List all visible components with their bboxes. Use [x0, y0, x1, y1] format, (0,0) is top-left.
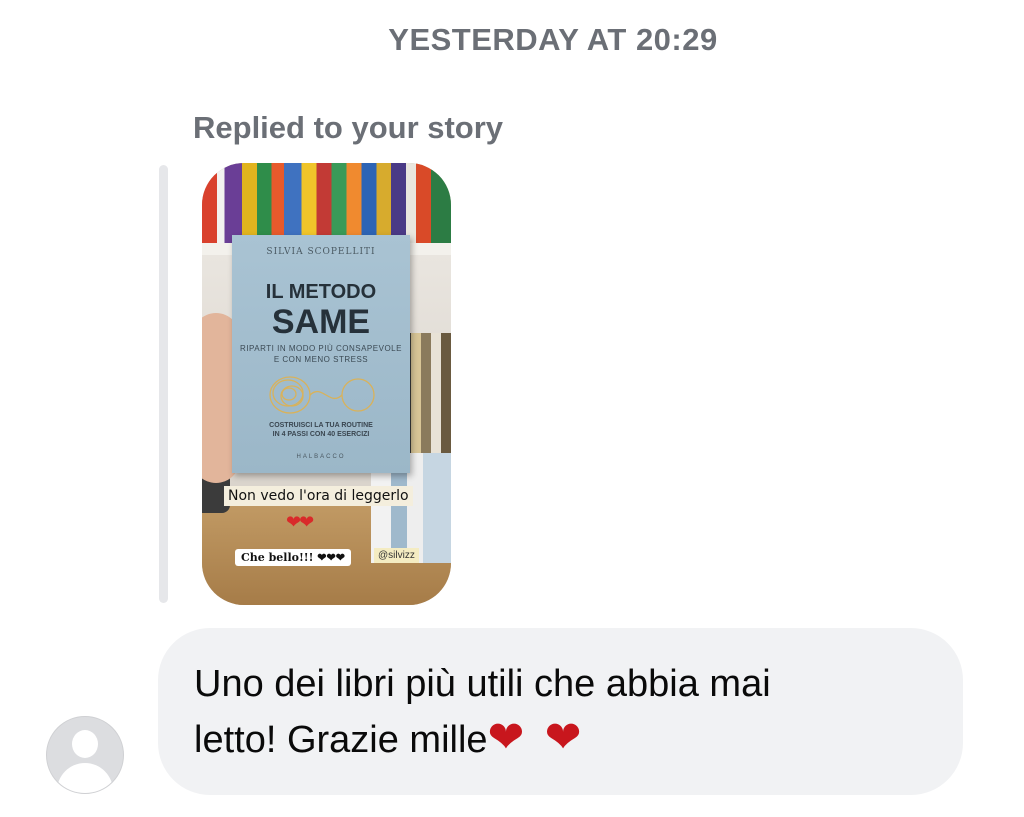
avatar-body-shape — [57, 763, 113, 793]
message-bubble[interactable]: Uno dei libri più utili che abbia mai le… — [158, 628, 963, 795]
book-subtitle-line2: E CON MENO STRESS — [273, 355, 369, 364]
book-subtitle-line1: RIPARTI IN MODO PIÙ CONSAPEVOLE — [240, 344, 402, 353]
tangled-line-illustration — [269, 376, 375, 414]
story-hearts-sticker: ❤❤ — [286, 512, 314, 532]
message-hearts: ❤ ❤ — [487, 713, 586, 762]
story-mention-sticker: @silvizz — [374, 548, 419, 563]
message-text-line2-wrap: letto! Grazie mille❤ ❤ — [194, 711, 925, 767]
story-preview[interactable]: SILVIA SCOPELLITI IL METODO SAME RIPARTI… — [202, 163, 451, 605]
book-cover: SILVIA SCOPELLITI IL METODO SAME RIPARTI… — [232, 235, 410, 473]
book-publisher: HALBACCO — [296, 454, 346, 460]
book-footer-line1: COSTRUISCI LA TUA ROUTINE — [269, 422, 373, 429]
default-avatar-icon[interactable] — [46, 716, 124, 794]
book-title-line1: IL METODO — [265, 281, 377, 303]
book-author: SILVIA SCOPELLITI — [266, 247, 376, 257]
book-title-line2: SAME — [271, 303, 371, 341]
book-footer: COSTRUISCI LA TUA ROUTINE IN 4 PASSI CON… — [232, 421, 410, 439]
story-caption-sticker: Non vedo l'ora di leggerlo — [224, 486, 413, 506]
bookshelf-top-image — [202, 163, 451, 243]
story-reply-label: Replied to your story — [193, 110, 504, 145]
avatar-head-shape — [72, 730, 98, 758]
message-timestamp: YESTERDAY AT 20:29 — [388, 22, 718, 57]
message-text-line2: letto! Grazie mille — [194, 719, 488, 761]
story-reply-sticker: Che bello!!! ❤❤❤ — [235, 549, 351, 566]
reply-quote-bar — [159, 165, 168, 603]
message-text-line1: Uno dei libri più utili che abbia mai — [194, 663, 771, 705]
book-footer-line2: IN 4 PASSI CON 40 ESERCIZI — [272, 431, 370, 438]
book-subtitle: RIPARTI IN MODO PIÙ CONSAPEVOLE E CON ME… — [240, 343, 402, 365]
